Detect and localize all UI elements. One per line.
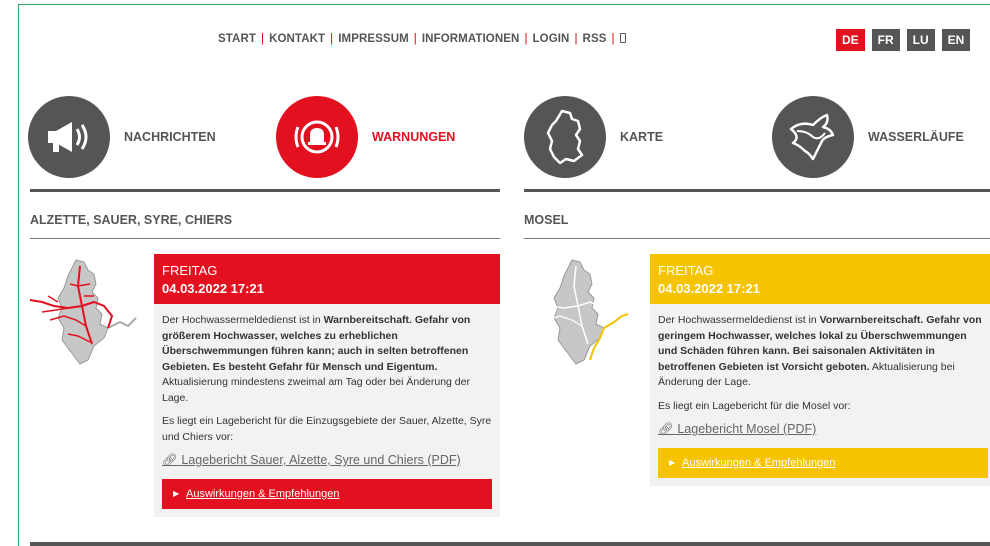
nav-link-login[interactable]: LOGIN: [533, 33, 570, 45]
title-underline: [30, 238, 500, 239]
report-intro: Es liegt ein Lagebericht für die Einzugs…: [162, 415, 492, 443]
link-icon: 🔗︎: [162, 453, 178, 467]
region-title-right: MOSEL: [524, 213, 569, 227]
alarm-bell-icon: [276, 96, 358, 178]
warning-card-right: FREITAG 04.03.2022 17:21 Der Hochwasserm…: [650, 254, 990, 486]
nav-nachrichten[interactable]: NACHRICHTEN: [28, 96, 216, 178]
nav-nachrichten-label: NACHRICHTEN: [124, 130, 216, 144]
card-date: 04.03.2022 17:21: [162, 281, 264, 296]
report-link[interactable]: 🔗︎ Lagebericht Mosel (PDF): [658, 422, 988, 438]
warning-text-intro: Der Hochwassermeldedienst ist in: [658, 314, 820, 326]
warning-text-intro: Der Hochwassermeldedienst ist in: [162, 314, 324, 326]
card-day: FREITAG: [658, 263, 714, 278]
nav-wasserlaeufe[interactable]: WASSERLÄUFE: [772, 96, 964, 178]
mobile-icon[interactable]: [619, 33, 626, 43]
nav-warnungen-label: WARNUNGEN: [372, 130, 456, 144]
lang-en-button[interactable]: EN: [941, 29, 971, 51]
catchment-map-left[interactable]: [28, 256, 140, 373]
country-map-icon: [524, 96, 606, 178]
nav-karte[interactable]: KARTE: [524, 96, 663, 178]
card-header: FREITAG 04.03.2022 17:21: [650, 254, 990, 304]
report-link-label: Lagebericht Mosel (PDF): [677, 422, 817, 436]
button-label: Auswirkungen & Empfehlungen: [682, 456, 836, 469]
button-wrap: ▶ Auswirkungen & Empfehlungen: [650, 447, 990, 486]
section-divider-bottom: [30, 542, 990, 546]
nav-link-informationen[interactable]: INFORMATIONEN: [422, 33, 520, 45]
nav-link-kontakt[interactable]: KONTAKT: [269, 33, 325, 45]
section-divider: [30, 189, 500, 192]
language-switcher: DE FR LU EN: [836, 29, 971, 51]
separator: |: [413, 33, 417, 45]
impacts-recommendations-button[interactable]: ▶ Auswirkungen & Empfehlungen: [162, 478, 492, 509]
river-map-icon: [772, 96, 854, 178]
button-label: Auswirkungen & Empfehlungen: [186, 487, 340, 500]
card-day: FREITAG: [162, 263, 218, 278]
region-title-left: ALZETTE, SAUER, SYRE, CHIERS: [30, 213, 233, 227]
lang-fr-button[interactable]: FR: [871, 29, 900, 51]
card-body: Der Hochwassermeldedienst ist in Vorwarn…: [650, 304, 990, 438]
caret-right-icon: ▶: [669, 457, 676, 467]
warning-text: Der Hochwassermeldedienst ist in Warnber…: [162, 313, 492, 406]
section-divider: [524, 189, 990, 192]
lang-lu-button[interactable]: LU: [906, 29, 935, 51]
separator: |: [574, 33, 578, 45]
title-underline: [524, 238, 990, 239]
impacts-recommendations-button[interactable]: ▶ Auswirkungen & Empfehlungen: [658, 447, 988, 478]
caret-right-icon: ▶: [173, 488, 180, 498]
card-header: FREITAG 04.03.2022 17:21: [154, 254, 500, 304]
top-navigation: START | KONTAKT | IMPRESSUM | INFORMATIONEN | LO…: [218, 33, 626, 45]
report-intro: Es liegt ein Lagebericht für die Mosel v…: [658, 399, 851, 412]
warning-text-update: Aktualisierung mindestens zweimal am Tag…: [162, 376, 470, 404]
lang-de-button[interactable]: DE: [836, 29, 865, 51]
report-link[interactable]: 🔗︎ Lagebericht Sauer, Alzette, Syre und …: [162, 453, 492, 469]
nav-karte-label: KARTE: [620, 130, 664, 144]
megaphone-icon: [28, 96, 110, 178]
button-wrap: ▶ Auswirkungen & Empfehlungen: [154, 478, 500, 517]
card-body: Der Hochwassermeldedienst ist in Warnber…: [154, 304, 500, 469]
separator: |: [260, 33, 265, 45]
nav-link-impressum[interactable]: IMPRESSUM: [338, 33, 409, 45]
nav-link-start[interactable]: START: [218, 33, 256, 45]
nav-wasserlaeufe-label: WASSERLÄUFE: [868, 130, 964, 144]
separator: |: [611, 33, 615, 45]
card-date: 04.03.2022 17:21: [658, 281, 760, 296]
nav-warnungen[interactable]: WARNUNGEN: [276, 96, 455, 178]
report-link-label: Lagebericht Sauer, Alzette, Syre und Chi…: [181, 453, 461, 467]
warning-text: Der Hochwassermeldedienst ist in Vorwarn…: [658, 313, 988, 391]
separator: |: [524, 33, 528, 45]
nav-link-rss[interactable]: RSS: [583, 33, 607, 45]
separator: |: [330, 33, 334, 45]
link-icon: 🔗︎: [658, 422, 674, 436]
catchment-map-right[interactable]: [524, 256, 636, 373]
warning-card-left: FREITAG 04.03.2022 17:21 Der Hochwasserm…: [154, 254, 500, 517]
